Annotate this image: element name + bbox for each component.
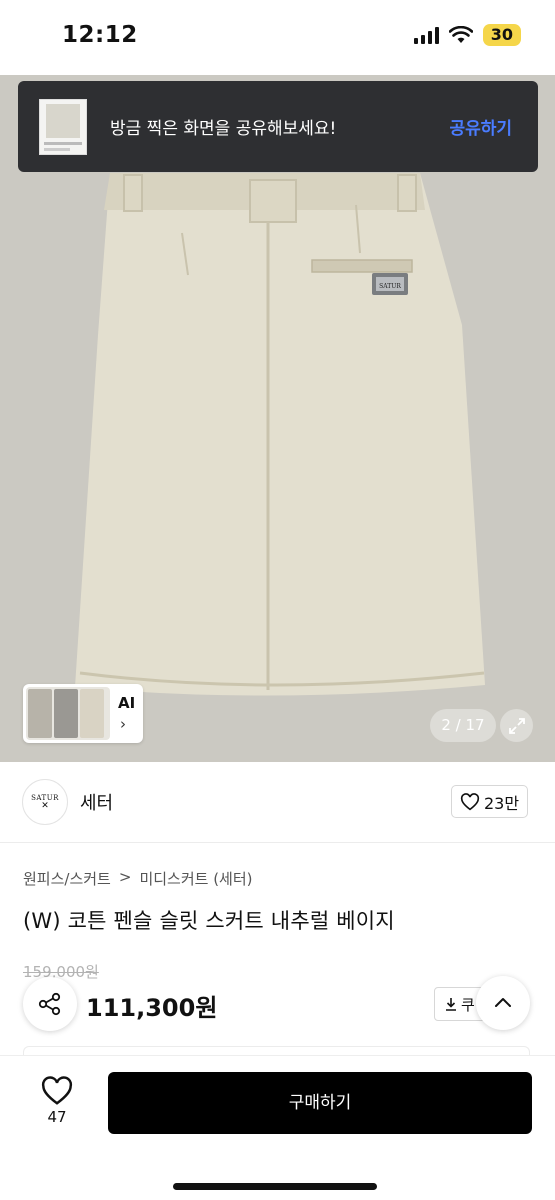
ai-recommend-button[interactable]: AI › [23,684,143,743]
breadcrumb-item[interactable]: 미디스커트 (세터) [139,868,252,889]
status-time: 12:12 [62,22,138,48]
share-toast: 방금 찍은 화면을 공유해보세요! 공유하기 [18,81,538,172]
share-icon [38,992,61,1016]
wishlist-count: 47 [47,1108,67,1126]
breadcrumb-separator: > [118,868,132,886]
wishlist-heart-icon[interactable] [40,1076,74,1106]
brand-like-count: 23만 [483,793,520,813]
brand-name[interactable]: 세터 [80,789,113,815]
sale-price: 111,300원 [86,994,218,1022]
chevron-up-icon [495,998,511,1007]
home-indicator [173,1183,377,1190]
bottom-bar: 47 구매하기 [0,1056,555,1200]
status-bar: 12:12 30 [0,0,555,75]
ai-label: AI [118,694,136,712]
breadcrumb: 원피스/스커트 > 미디스커트 (세터) [23,868,253,889]
coupon-label: 쿠 [461,995,475,1014]
chevron-right-icon: › [120,715,126,733]
breadcrumb-item[interactable]: 원피스/스커트 [23,868,111,889]
image-counter: 2 / 17 [430,709,496,742]
heart-icon [460,792,480,810]
ai-thumbnails [26,687,110,740]
signal-icon [413,26,439,44]
product-title: (W) 코튼 펜슬 슬릿 스커트 내추럴 베이지 [23,909,395,933]
status-icons: 30 [413,24,521,46]
screenshot-thumbnail [39,99,87,155]
skirt-illustration: SATUR [0,75,555,762]
product-image[interactable]: SATUR [0,75,555,762]
expand-button[interactable] [500,709,533,742]
toast-share-button[interactable]: 공유하기 [449,114,512,139]
divider [0,842,555,843]
brand-logo[interactable]: SATUR ✕ [22,779,68,825]
battery-indicator: 30 [482,24,521,46]
brand-like-button[interactable]: 23만 [451,785,528,818]
scroll-top-button[interactable] [476,976,530,1030]
share-button[interactable] [23,977,77,1031]
wifi-icon [448,26,473,43]
patch-label: SATUR [379,283,401,290]
download-icon [446,998,456,1011]
brand-logo-mark: ✕ [41,800,49,811]
toast-message: 방금 찍은 화면을 공유해보세요! [110,119,337,139]
expand-icon [508,717,525,734]
buy-button[interactable]: 구매하기 [108,1072,532,1134]
